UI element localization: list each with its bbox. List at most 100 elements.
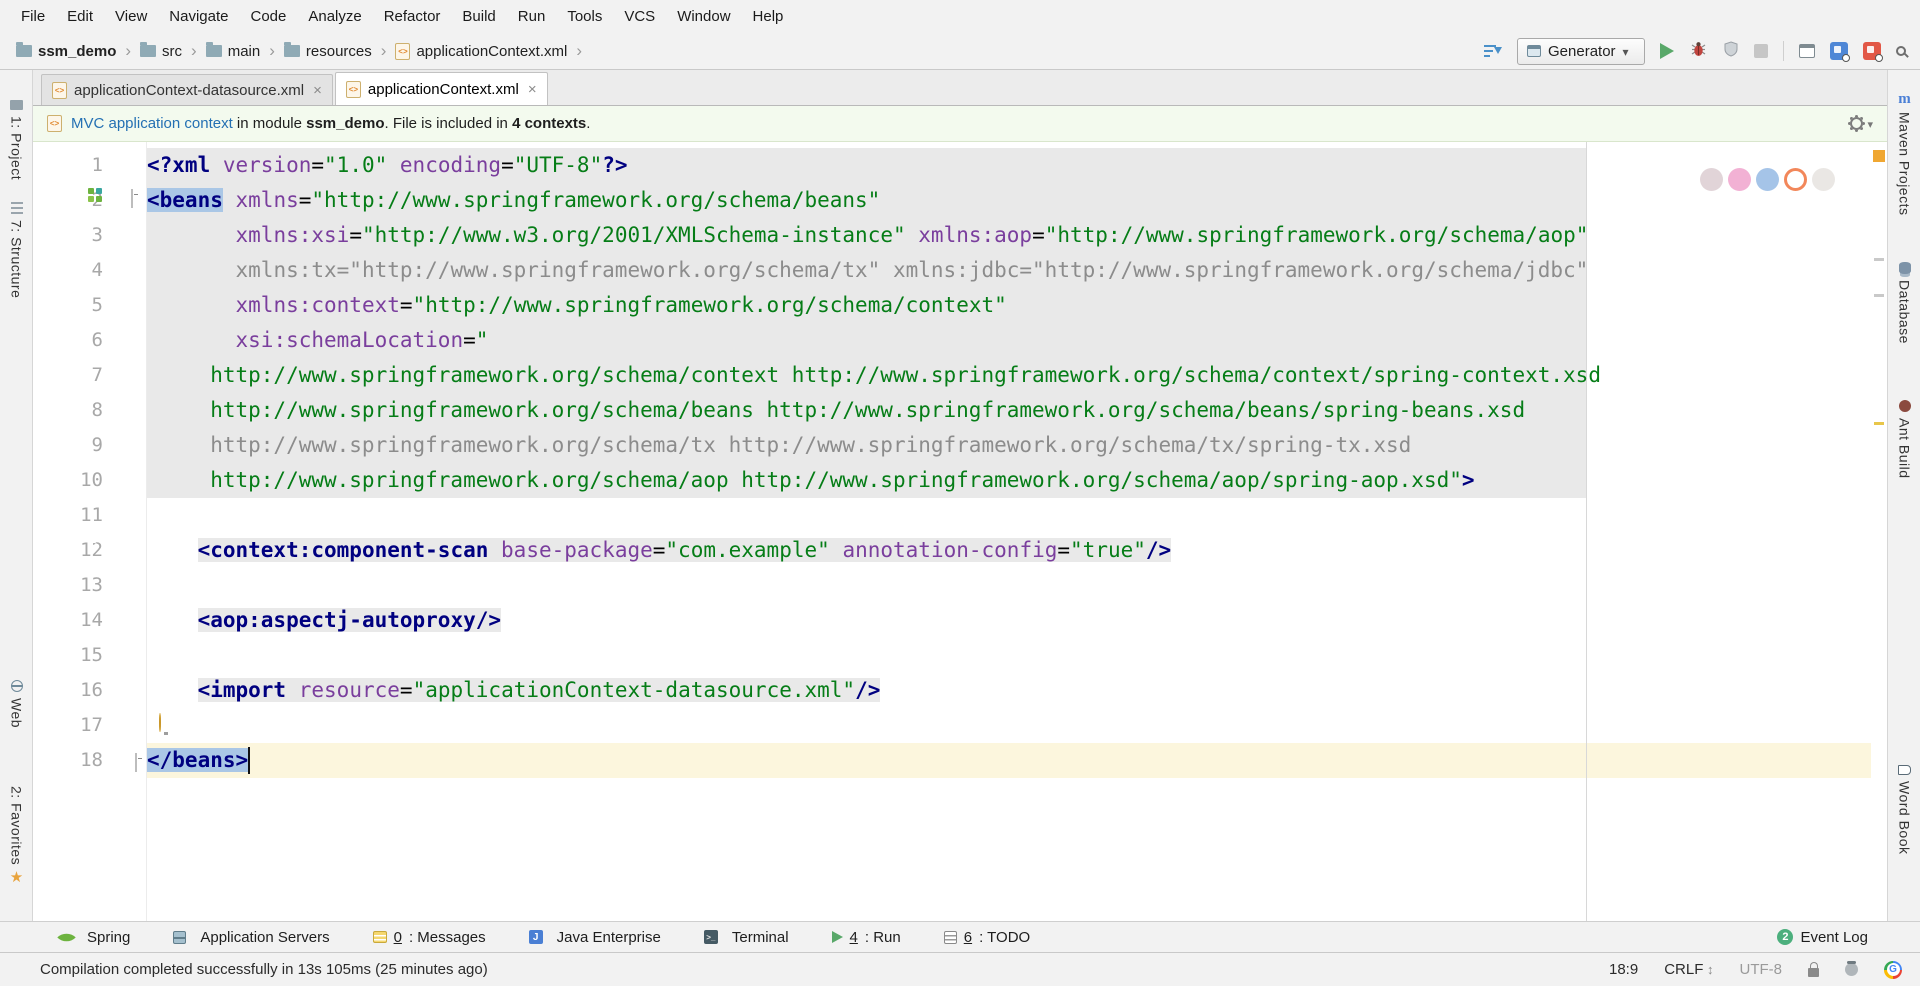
plugin-search-red-icon[interactable] (1863, 42, 1883, 62)
toolwindow-button-ant[interactable]: Ant Build (1888, 400, 1920, 479)
plugin-search-blue-icon[interactable] (1830, 42, 1850, 62)
toolwindow-button-web[interactable]: Web (0, 680, 33, 728)
code-line-13[interactable] (147, 568, 1871, 603)
toolwindow-button-spring[interactable]: Spring (57, 927, 130, 947)
code-line-12[interactable]: <context:component-scan base-package="co… (147, 533, 1871, 568)
mvc-context-link[interactable]: MVC application context (71, 115, 233, 132)
menu-tools[interactable]: Tools (556, 8, 613, 25)
line-ending-selector[interactable]: CRLF (1664, 961, 1713, 978)
menu-edit[interactable]: Edit (56, 8, 104, 25)
line-number[interactable]: 5 (33, 288, 146, 323)
tab-applicationContext[interactable]: <> applicationContext.xml (334, 72, 548, 105)
toolwindow-button-favorites[interactable]: 2: Favorites ★ (0, 786, 33, 885)
close-icon[interactable] (311, 83, 322, 98)
stripe-marker[interactable] (1874, 258, 1884, 261)
menu-code[interactable]: Code (239, 8, 297, 25)
toolwindow-button-terminal[interactable]: >_ Terminal (703, 929, 789, 946)
run-configuration-select[interactable]: Generator (1517, 37, 1645, 65)
code-line-18[interactable]: </beans> (147, 743, 1871, 778)
code-line-3[interactable]: xmlns:xsi="http://www.w3.org/2001/XMLSch… (147, 218, 1871, 253)
encoding-selector[interactable]: UTF-8 (1740, 961, 1783, 978)
toolwindow-button-maven[interactable]: m Maven Projects (1888, 92, 1920, 216)
code-line-2[interactable]: <beans xmlns="http://www.springframework… (147, 183, 1871, 218)
breadcrumb-project[interactable]: ssm_demo (14, 41, 118, 62)
search-everywhere-icon[interactable] (1896, 46, 1906, 56)
code-line-4[interactable]: xmlns:tx="http://www.springframework.org… (147, 253, 1871, 288)
line-number[interactable]: 4 (33, 253, 146, 288)
toolwindow-button-java-enterprise[interactable]: J Java Enterprise (528, 929, 661, 946)
line-number[interactable]: 9 (33, 428, 146, 463)
breadcrumb-src[interactable]: src (138, 41, 184, 62)
line-number[interactable]: 14 (33, 603, 146, 638)
toolwindow-button-wordbook[interactable]: Word Book (1888, 765, 1920, 855)
code-line-10[interactable]: http://www.springframework.org/schema/ao… (147, 463, 1871, 498)
code-line-15[interactable] (147, 638, 1871, 673)
coverage-button[interactable] (1723, 41, 1739, 61)
code-line-17[interactable] (147, 708, 1871, 743)
spring-bean-gutter-icon[interactable] (88, 188, 102, 202)
g-plugin-icon[interactable] (1884, 960, 1902, 979)
file-status-warning-marker[interactable] (1873, 150, 1885, 162)
sort-icon[interactable] (1484, 44, 1502, 58)
editor-pane[interactable]: 123456789101112131415161718 <?xml versio… (33, 142, 1887, 921)
code-line-6[interactable]: xsi:schemaLocation=" (147, 323, 1871, 358)
breadcrumb-main[interactable]: main (204, 41, 263, 62)
inspections-hector-icon[interactable] (1845, 961, 1858, 976)
code-line-8[interactable]: http://www.springframework.org/schema/be… (147, 393, 1871, 428)
menu-refactor[interactable]: Refactor (373, 8, 452, 25)
menu-file[interactable]: File (10, 8, 56, 25)
line-number[interactable]: 11 (33, 498, 146, 533)
line-number[interactable]: 8 (33, 393, 146, 428)
line-number[interactable]: 12 (33, 533, 146, 568)
breadcrumb-resources[interactable]: resources (282, 41, 374, 62)
code-line-14[interactable]: <aop:aspectj-autoproxy/> (147, 603, 1871, 638)
caret-position[interactable]: 18:9 (1609, 961, 1638, 978)
line-number[interactable]: 1 (33, 148, 146, 183)
fold-marker-icon[interactable] (131, 189, 133, 208)
notification-settings[interactable] (1850, 115, 1873, 132)
code-line-7[interactable]: http://www.springframework.org/schema/co… (147, 358, 1871, 393)
code-line-5[interactable]: xmlns:context="http://www.springframewor… (147, 288, 1871, 323)
run-button[interactable] (1660, 43, 1674, 59)
line-number[interactable]: 16 (33, 673, 146, 708)
close-icon[interactable] (526, 82, 537, 97)
menu-vcs[interactable]: VCS (613, 8, 666, 25)
line-number[interactable]: 6 (33, 323, 146, 358)
stop-button[interactable] (1754, 44, 1768, 58)
toolwindow-button-run[interactable]: 4: Run (831, 929, 901, 946)
line-number[interactable]: 7 (33, 358, 146, 393)
toolwindow-button-messages[interactable]: 0: Messages (372, 929, 486, 946)
toolwindow-button-todo[interactable]: 6: TODO (943, 929, 1030, 946)
toolwindow-button-app-servers[interactable]: Application Servers (173, 929, 330, 946)
toolwindow-button-structure[interactable]: 7: Structure (0, 202, 33, 298)
tab-applicationContext-datasource[interactable]: <> applicationContext-datasource.xml (41, 74, 333, 105)
menu-build[interactable]: Build (451, 8, 506, 25)
intention-bulb-icon[interactable] (159, 713, 161, 732)
code-line-1[interactable]: <?xml version="1.0" encoding="UTF-8"?> (147, 148, 1871, 183)
line-number[interactable]: 17 (33, 708, 146, 743)
code-line-16[interactable]: <import resource="applicationContext-dat… (147, 673, 1871, 708)
menu-run[interactable]: Run (507, 8, 557, 25)
toolwindow-button-project[interactable]: 1: Project (0, 100, 33, 180)
breadcrumb-file[interactable]: <> applicationContext.xml (393, 41, 569, 62)
fold-marker-icon[interactable] (135, 753, 137, 772)
line-number[interactable]: 13 (33, 568, 146, 603)
line-number[interactable]: 10 (33, 463, 146, 498)
toolwindow-button-event-log[interactable]: 2 Event Log (1777, 929, 1868, 946)
menu-view[interactable]: View (104, 8, 158, 25)
stripe-marker[interactable] (1874, 294, 1884, 297)
menu-analyze[interactable]: Analyze (297, 8, 372, 25)
toolwindow-button-database[interactable]: Database (1888, 262, 1920, 344)
stripe-warning-marker[interactable] (1874, 422, 1884, 425)
line-number[interactable]: 3 (33, 218, 146, 253)
code-line-11[interactable] (147, 498, 1871, 533)
menu-window[interactable]: Window (666, 8, 741, 25)
line-number[interactable]: 15 (33, 638, 146, 673)
code-line-9[interactable]: http://www.springframework.org/schema/tx… (147, 428, 1871, 463)
menu-navigate[interactable]: Navigate (158, 8, 239, 25)
restore-layout-icon[interactable] (1799, 44, 1815, 58)
line-number[interactable]: 18 (33, 743, 146, 778)
readonly-lock-icon[interactable] (1808, 961, 1819, 977)
debug-button[interactable] (1689, 41, 1708, 62)
menu-help[interactable]: Help (742, 8, 795, 25)
